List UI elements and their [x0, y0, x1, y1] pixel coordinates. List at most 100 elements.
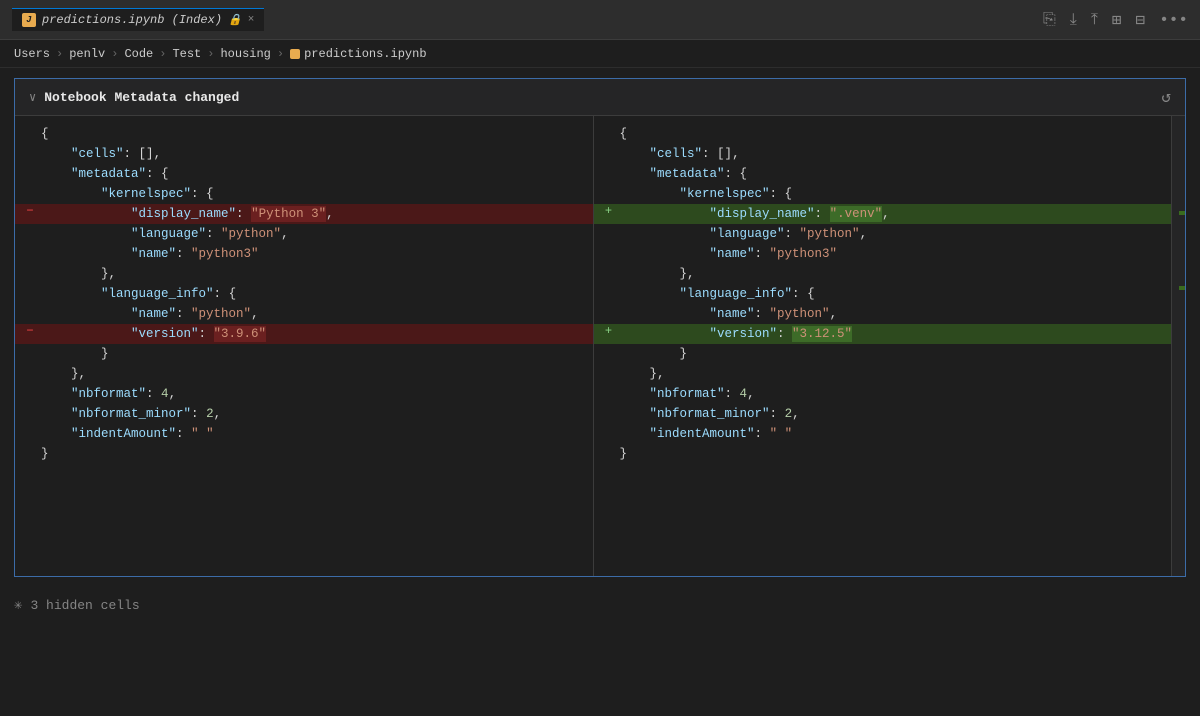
breadcrumb-users[interactable]: Users: [14, 47, 50, 61]
diff-line: "cells": [],: [15, 144, 593, 164]
line-gutter: [23, 404, 37, 418]
breadcrumb-penlv[interactable]: penlv: [69, 47, 105, 61]
line-content: "metadata": {: [41, 164, 585, 184]
line-content: "language_info": {: [41, 284, 585, 304]
line-gutter: [23, 364, 37, 378]
more-toolbar-icon[interactable]: •••: [1159, 11, 1188, 29]
line-content: {: [620, 124, 1164, 144]
map-toolbar-icon[interactable]: ⊞: [1112, 10, 1122, 30]
line-content: },: [620, 364, 1164, 384]
line-content: "indentAmount": " ": [620, 424, 1164, 444]
diff-line: }: [594, 444, 1172, 464]
diff-line: "indentAmount": " ": [15, 424, 593, 444]
line-gutter: [602, 344, 616, 358]
line-gutter: −: [23, 324, 37, 338]
line-gutter: [23, 264, 37, 278]
diff-line: }: [15, 344, 593, 364]
diff-line: "kernelspec": {: [594, 184, 1172, 204]
line-gutter: [602, 164, 616, 178]
close-icon[interactable]: ×: [248, 14, 255, 26]
breadcrumb-test[interactable]: Test: [172, 47, 201, 61]
collapse-icon[interactable]: ∨: [29, 90, 36, 105]
line-gutter: [602, 264, 616, 278]
line-gutter: +: [602, 324, 616, 338]
line-gutter: [602, 184, 616, 198]
file-icon: [290, 49, 300, 59]
toolbar: J predictions.ipynb (Index) 🔒 × ⎘ ⤓ ⤒ ⊞ …: [0, 0, 1200, 40]
upload-toolbar-icon[interactable]: ⤒: [1091, 11, 1098, 29]
line-content: "kernelspec": {: [620, 184, 1164, 204]
breadcrumb-code[interactable]: Code: [124, 47, 153, 61]
line-content: },: [41, 364, 585, 384]
diff-line: "language_info": {: [15, 284, 593, 304]
diff-line: "name": "python3": [15, 244, 593, 264]
line-content: "version": "3.9.6": [41, 324, 585, 344]
line-gutter: [23, 304, 37, 318]
line-content: "name": "python3": [41, 244, 585, 264]
toolbar-left: J predictions.ipynb (Index) 🔒 ×: [12, 8, 264, 31]
line-content: "language_info": {: [620, 284, 1164, 304]
line-content: "nbformat_minor": 2,: [41, 404, 585, 424]
line-content: },: [41, 264, 585, 284]
diff-line: "cells": [],: [594, 144, 1172, 164]
line-gutter: [23, 144, 37, 158]
diff-title: Notebook Metadata changed: [44, 90, 239, 105]
line-gutter: [602, 124, 616, 138]
line-content: "cells": [],: [41, 144, 585, 164]
copy-toolbar-icon[interactable]: ⎘: [1043, 11, 1056, 29]
sep3: ›: [159, 47, 166, 61]
diff-line: "metadata": {: [594, 164, 1172, 184]
line-content: "nbformat": 4,: [41, 384, 585, 404]
line-gutter: [23, 224, 37, 238]
line-gutter: [602, 304, 616, 318]
diff-right-pane: { "cells": [], "metadata": { "kernelspec…: [594, 116, 1172, 576]
line-content: "cells": [],: [620, 144, 1164, 164]
line-gutter: [602, 444, 616, 458]
line-gutter: [602, 404, 616, 418]
diff-line: },: [594, 364, 1172, 384]
diff-content[interactable]: { "cells": [], "metadata": { "kernelspec…: [15, 116, 1185, 576]
breadcrumb-housing[interactable]: housing: [220, 47, 270, 61]
line-content: "name": "python",: [41, 304, 585, 324]
line-gutter: [23, 424, 37, 438]
line-gutter: [23, 164, 37, 178]
sep4: ›: [207, 47, 214, 61]
refresh-icon[interactable]: ↺: [1161, 87, 1171, 107]
line-gutter: [23, 444, 37, 458]
diff-line: "metadata": {: [15, 164, 593, 184]
line-content: "metadata": {: [620, 164, 1164, 184]
line-gutter: +: [602, 204, 616, 218]
line-gutter: [23, 384, 37, 398]
diff-line: + "display_name": ".venv",: [594, 204, 1172, 224]
diff-left-pane: { "cells": [], "metadata": { "kernelspec…: [15, 116, 593, 576]
download-toolbar-icon[interactable]: ⤓: [1070, 11, 1077, 29]
diff-line: "nbformat_minor": 2,: [594, 404, 1172, 424]
sep1: ›: [56, 47, 63, 61]
line-gutter: [602, 364, 616, 378]
diff-line: + "version": "3.12.5": [594, 324, 1172, 344]
sep5: ›: [277, 47, 284, 61]
lock-icon: 🔒: [228, 13, 242, 27]
diff-line: "language": "python",: [594, 224, 1172, 244]
diff-line: },: [594, 264, 1172, 284]
line-content: }: [41, 344, 585, 364]
diff-line: "language_info": {: [594, 284, 1172, 304]
diff-line: {: [15, 124, 593, 144]
line-content: "name": "python3": [620, 244, 1164, 264]
line-gutter: [23, 184, 37, 198]
notebook-icon: J: [22, 13, 36, 27]
line-content: },: [620, 264, 1164, 284]
line-gutter: [602, 284, 616, 298]
tab-item[interactable]: J predictions.ipynb (Index) 🔒 ×: [12, 8, 264, 31]
toolbar-right: ⎘ ⤓ ⤒ ⊞ ⊟ •••: [1043, 10, 1188, 30]
line-content: "language": "python",: [41, 224, 585, 244]
line-content: "version": "3.12.5": [620, 324, 1164, 344]
split-toolbar-icon[interactable]: ⊟: [1136, 10, 1146, 30]
diff-line: "nbformat": 4,: [15, 384, 593, 404]
diff-line: − "version": "3.9.6": [15, 324, 593, 344]
line-content: "display_name": ".venv",: [620, 204, 1164, 224]
line-content: "display_name": "Python 3",: [41, 204, 585, 224]
diff-header-left: ∨ Notebook Metadata changed: [29, 90, 239, 105]
line-gutter: [602, 424, 616, 438]
line-content: {: [41, 124, 585, 144]
